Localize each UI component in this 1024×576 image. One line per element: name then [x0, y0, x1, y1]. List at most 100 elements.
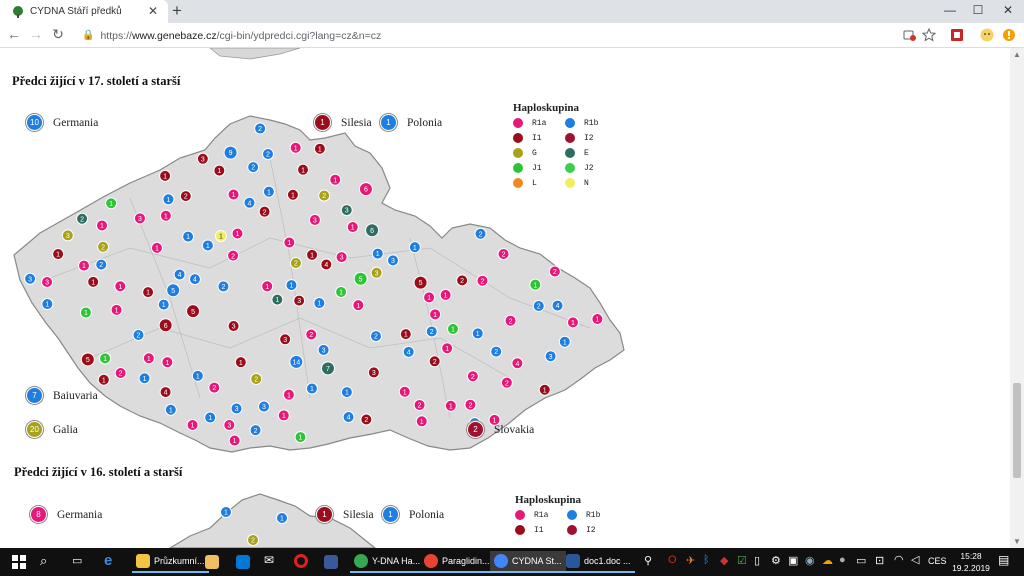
map-marker[interactable]: 3 — [317, 343, 330, 356]
reload-icon[interactable]: ↻ — [50, 26, 66, 43]
map-marker[interactable]: 1 — [231, 227, 244, 240]
map-marker[interactable]: 4 — [188, 273, 201, 286]
map-marker[interactable]: 1 — [408, 241, 421, 254]
notifications-icon[interactable]: ▤ — [998, 553, 1009, 567]
map-marker[interactable]: 5 — [413, 275, 428, 290]
scroll-down-icon[interactable]: ▼ — [1013, 537, 1021, 546]
map-marker[interactable]: 2 — [97, 240, 110, 253]
map-marker[interactable]: 1 — [191, 369, 204, 382]
map-marker[interactable]: 1 — [159, 209, 172, 222]
system-clock[interactable]: 15:28 19.2.2019 — [952, 550, 990, 574]
map-marker[interactable]: 2 — [497, 247, 510, 260]
map-marker[interactable]: 2 — [217, 280, 230, 293]
map-marker[interactable]: 1 — [157, 298, 170, 311]
map-marker[interactable]: 1 — [52, 248, 65, 261]
map-marker[interactable]: 1 — [138, 372, 151, 385]
forward-arrow-icon[interactable]: → — [28, 26, 44, 42]
scroll-thumb[interactable] — [1013, 383, 1021, 478]
map-marker[interactable]: 1 — [162, 193, 175, 206]
map-marker[interactable]: 1 — [41, 298, 54, 311]
tray-gear-icon[interactable]: ⚙ — [771, 554, 781, 567]
map-marker[interactable]: 1 — [97, 373, 110, 386]
facebook-icon[interactable] — [324, 555, 338, 569]
map-marker[interactable]: 1 — [227, 188, 240, 201]
map-marker[interactable]: 2 — [476, 274, 489, 287]
map-marker[interactable]: 1 — [99, 352, 112, 365]
map-marker[interactable]: 2 — [132, 328, 145, 341]
map-marker[interactable]: 2 — [179, 190, 192, 203]
search-icon[interactable]: ⌕ — [40, 553, 47, 569]
map-marker[interactable]: 3 — [370, 266, 383, 279]
map-marker[interactable]: 1 — [398, 385, 411, 398]
profile-avatar-icon[interactable] — [980, 28, 994, 42]
tray-shield-icon[interactable]: ◆ — [720, 554, 728, 567]
minimize-icon[interactable]: — — [940, 3, 960, 17]
map-marker[interactable]: 1 — [96, 219, 109, 232]
map-marker[interactable]: 1 — [283, 236, 296, 249]
map-marker[interactable]: 1 — [182, 230, 195, 243]
map-marker[interactable]: 4 — [159, 386, 172, 399]
page-scrollbar[interactable]: ▲ ▼ — [1010, 48, 1024, 548]
map-marker[interactable]: 1 — [87, 275, 100, 288]
map-marker[interactable]: 2 — [305, 328, 318, 341]
map-marker[interactable]: 4 — [320, 258, 333, 271]
map-marker[interactable]: 9 — [223, 145, 238, 160]
map-marker[interactable]: 3 — [61, 229, 74, 242]
tray-app2-icon[interactable]: ● — [839, 554, 846, 566]
map-marker[interactable]: 2 — [318, 189, 331, 202]
map-marker[interactable]: 3 — [279, 333, 292, 346]
map-marker[interactable]: 1 — [234, 356, 247, 369]
map-marker[interactable]: 3 — [223, 418, 236, 431]
edge-browser-icon[interactable]: e — [104, 552, 112, 569]
map-marker[interactable]: 2 — [254, 122, 267, 135]
map-marker[interactable]: 3 — [293, 294, 306, 307]
map-marker[interactable]: 1 — [447, 322, 460, 335]
scroll-up-icon[interactable]: ▲ — [1013, 50, 1021, 59]
map-marker[interactable]: 4 — [551, 299, 564, 312]
battery-icon[interactable]: ▭ — [856, 554, 866, 567]
store-icon[interactable] — [236, 555, 250, 569]
map-marker[interactable]: 2 — [227, 249, 240, 262]
language-indicator[interactable]: CES — [928, 556, 947, 566]
tab-close-icon[interactable]: ✕ — [148, 4, 158, 18]
windows-start-icon[interactable] — [12, 555, 26, 569]
map-marker[interactable]: 1 — [591, 313, 604, 326]
map-marker[interactable]: 2 — [289, 256, 302, 269]
map-marker[interactable]: 4 — [402, 345, 415, 358]
map-marker[interactable]: 5 — [80, 352, 95, 367]
map-marker[interactable]: 2 — [360, 413, 373, 426]
map-marker[interactable]: 5 — [353, 271, 368, 286]
map-marker[interactable]: 5 — [186, 304, 201, 319]
map-marker[interactable]: 2 — [456, 274, 469, 287]
map-marker[interactable]: 1 — [164, 403, 177, 416]
map-marker[interactable]: 6 — [365, 223, 380, 238]
map-marker[interactable]: 3 — [367, 366, 380, 379]
map-marker[interactable]: 1 — [297, 163, 310, 176]
tray-cloud-icon[interactable]: ☁ — [822, 554, 833, 567]
map-marker[interactable]: 14 — [289, 354, 304, 369]
people-icon[interactable]: ⚲ — [644, 554, 652, 567]
map-marker[interactable]: 2 — [425, 325, 438, 338]
bluetooth-icon[interactable]: ᛒ — [703, 554, 710, 566]
map-marker[interactable]: 3 — [196, 152, 209, 165]
map-marker[interactable]: 1 — [150, 241, 163, 254]
taskbar-app-paragliding[interactable]: Paraglidin... — [420, 551, 494, 573]
map-marker[interactable]: 1 — [161, 356, 174, 369]
blocked-cookie-icon[interactable] — [902, 28, 916, 42]
map-marker[interactable]: 2 — [249, 424, 262, 437]
map-marker[interactable]: 2 — [247, 534, 259, 546]
tray-app-icon[interactable]: ✈ — [686, 554, 695, 567]
map-marker[interactable]: 1 — [538, 383, 551, 396]
map-marker[interactable]: 1 — [335, 285, 348, 298]
media-player-icon[interactable] — [205, 555, 219, 569]
map-marker[interactable]: 1 — [294, 431, 307, 444]
map-marker[interactable]: 3 — [544, 350, 557, 363]
map-marker[interactable]: 2 — [413, 398, 426, 411]
map-marker[interactable]: 2 — [208, 381, 221, 394]
map-marker[interactable]: 1 — [282, 388, 295, 401]
map-marker[interactable]: 1 — [340, 386, 353, 399]
map-marker[interactable]: 3 — [340, 204, 353, 217]
map-marker[interactable]: 1 — [423, 291, 436, 304]
map-marker[interactable]: 1 — [329, 173, 342, 186]
map-marker[interactable]: 1 — [444, 399, 457, 412]
